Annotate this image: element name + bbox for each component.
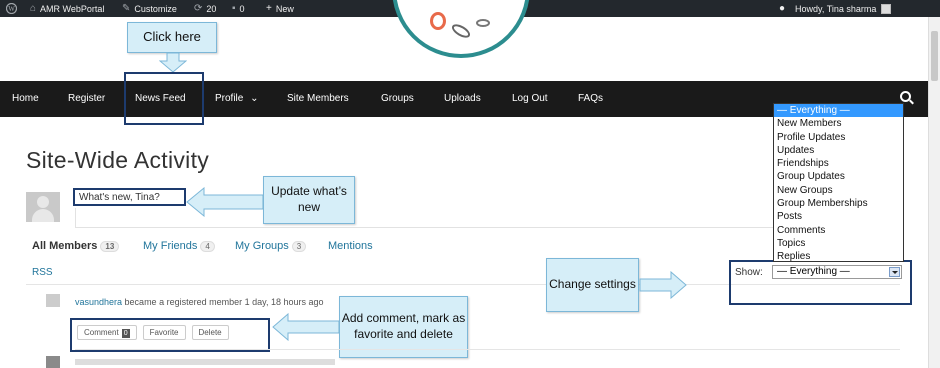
site-name: AMR WebPortal xyxy=(40,3,105,14)
avatar[interactable] xyxy=(46,294,60,307)
site-name-link[interactable]: ⌂ AMR WebPortal xyxy=(30,0,104,17)
browser-scrollbar[interactable] xyxy=(928,17,940,368)
filter-option[interactable]: New Groups xyxy=(774,184,903,197)
filter-option[interactable]: Group Memberships xyxy=(774,197,903,210)
logo-shape xyxy=(449,21,473,41)
record-icon: ● xyxy=(779,3,786,14)
filter-dropdown-list: — Everything — New Members Profile Updat… xyxy=(773,103,904,262)
nav-item-groups[interactable]: Groups xyxy=(381,81,414,117)
filter-option[interactable]: — Everything — xyxy=(774,104,903,118)
user-avatar xyxy=(26,192,60,222)
new-label: New xyxy=(275,3,294,14)
brush-icon: ✎ xyxy=(122,3,131,14)
tab-my-friends[interactable]: My Friends 4 xyxy=(143,240,215,252)
filter-option[interactable]: Profile Updates xyxy=(774,131,903,144)
tab-label: Mentions xyxy=(328,240,373,252)
refresh-icon: ⟳ xyxy=(194,3,203,14)
avatar[interactable] xyxy=(46,356,60,368)
activity-buttons: Comment 0 Favorite Delete xyxy=(77,325,229,340)
new-content-link[interactable]: + New xyxy=(266,0,294,17)
arrow-left-icon xyxy=(186,187,264,217)
scrollbar-thumb[interactable] xyxy=(931,31,938,81)
tab-mentions[interactable]: Mentions xyxy=(328,240,373,252)
delete-button[interactable]: Delete xyxy=(191,325,229,340)
tab-count: 4 xyxy=(200,241,215,252)
filter-option[interactable]: Friendships xyxy=(774,157,903,170)
tab-count: 13 xyxy=(100,241,120,252)
logo-shape xyxy=(430,12,446,30)
callout-update-whats-new: Update what’s new xyxy=(263,176,355,224)
callout-click-here: Click here xyxy=(127,22,217,53)
comment-button[interactable]: Comment 0 xyxy=(77,325,137,340)
svg-text:W: W xyxy=(8,5,15,13)
activity-text-truncated xyxy=(75,359,335,365)
rss-link[interactable]: RSS xyxy=(32,267,53,278)
nav-item-home[interactable]: Home xyxy=(12,81,39,117)
tab-count: 3 xyxy=(291,241,307,252)
activity-text: vasundhera became a registered member 1 … xyxy=(75,297,324,307)
home-icon: ⌂ xyxy=(30,3,37,14)
comment-count: 0 xyxy=(121,329,130,338)
tab-label: My Friends xyxy=(143,240,198,252)
chevron-down-icon[interactable] xyxy=(889,267,900,277)
highlight-news-feed xyxy=(124,72,204,125)
updates-count: 20 xyxy=(206,3,217,14)
activity-filter-select[interactable]: — Everything — xyxy=(772,265,902,279)
filter-option[interactable]: New Members xyxy=(774,117,903,130)
arrow-left-icon xyxy=(272,313,340,341)
tab-my-groups[interactable]: My Groups 3 xyxy=(235,240,307,252)
tab-label: My Groups xyxy=(235,240,289,252)
divider xyxy=(75,349,900,350)
show-label: Show: xyxy=(735,267,763,278)
greeting: Howdy, Tina sharma xyxy=(795,3,877,14)
comment-label: Comment xyxy=(84,328,119,337)
customize-label: Customize xyxy=(134,3,177,14)
filter-option[interactable]: Posts xyxy=(774,210,903,223)
logo-shape xyxy=(476,19,490,27)
site-logo[interactable] xyxy=(392,0,530,58)
tab-all-members[interactable]: All Members 13 xyxy=(32,240,120,252)
page-title: Site-Wide Activity xyxy=(26,147,210,173)
screenshot-root: W ⌂ AMR WebPortal ✎ Customize ⟳ 20 ▪ 0 +… xyxy=(0,0,940,368)
nav-item-faqs[interactable]: FAQs xyxy=(578,81,603,117)
callout-change-settings: Change settings xyxy=(546,258,639,312)
nav-item-register[interactable]: Register xyxy=(68,81,105,117)
activity-description: became a registered member 1 day, 18 hou… xyxy=(122,297,324,307)
activity-user-link[interactable]: vasundhera xyxy=(75,297,122,307)
comments-link[interactable]: ▪ 0 xyxy=(232,0,245,17)
filter-option[interactable]: Replies xyxy=(774,250,903,261)
nav-item-log-out[interactable]: Log Out xyxy=(512,81,548,117)
filter-option[interactable]: Group Updates xyxy=(774,170,903,183)
plus-icon: + xyxy=(266,3,272,14)
nav-item-profile[interactable]: Profile ⌄ xyxy=(215,81,259,117)
whats-new-input[interactable]: What's new, Tina? xyxy=(73,188,186,206)
arrow-right-icon xyxy=(639,271,687,299)
filter-option[interactable]: Comments xyxy=(774,224,903,237)
avatar xyxy=(881,3,892,14)
tab-label: All Members xyxy=(32,240,98,252)
filter-option[interactable]: Updates xyxy=(774,144,903,157)
favorite-button[interactable]: Favorite xyxy=(142,325,186,340)
updates-link[interactable]: ⟳ 20 xyxy=(194,0,216,17)
customize-link[interactable]: ✎ Customize xyxy=(122,0,177,17)
account-menu[interactable]: ● Howdy, Tina sharma xyxy=(779,0,892,17)
wordpress-logo-icon[interactable]: W xyxy=(6,0,17,17)
nav-item-profile-label: Profile xyxy=(215,93,244,104)
nav-item-site-members[interactable]: Site Members xyxy=(287,81,349,117)
nav-item-uploads[interactable]: Uploads xyxy=(444,81,481,117)
search-icon[interactable] xyxy=(900,91,911,102)
arrow-down-icon xyxy=(159,53,187,73)
comments-count: 0 xyxy=(239,3,245,14)
comment-bubble-icon: ▪ xyxy=(232,3,236,14)
filter-option[interactable]: Topics xyxy=(774,237,903,250)
filter-selected-value: — Everything — xyxy=(777,266,850,277)
chevron-down-icon: ⌄ xyxy=(250,93,259,104)
